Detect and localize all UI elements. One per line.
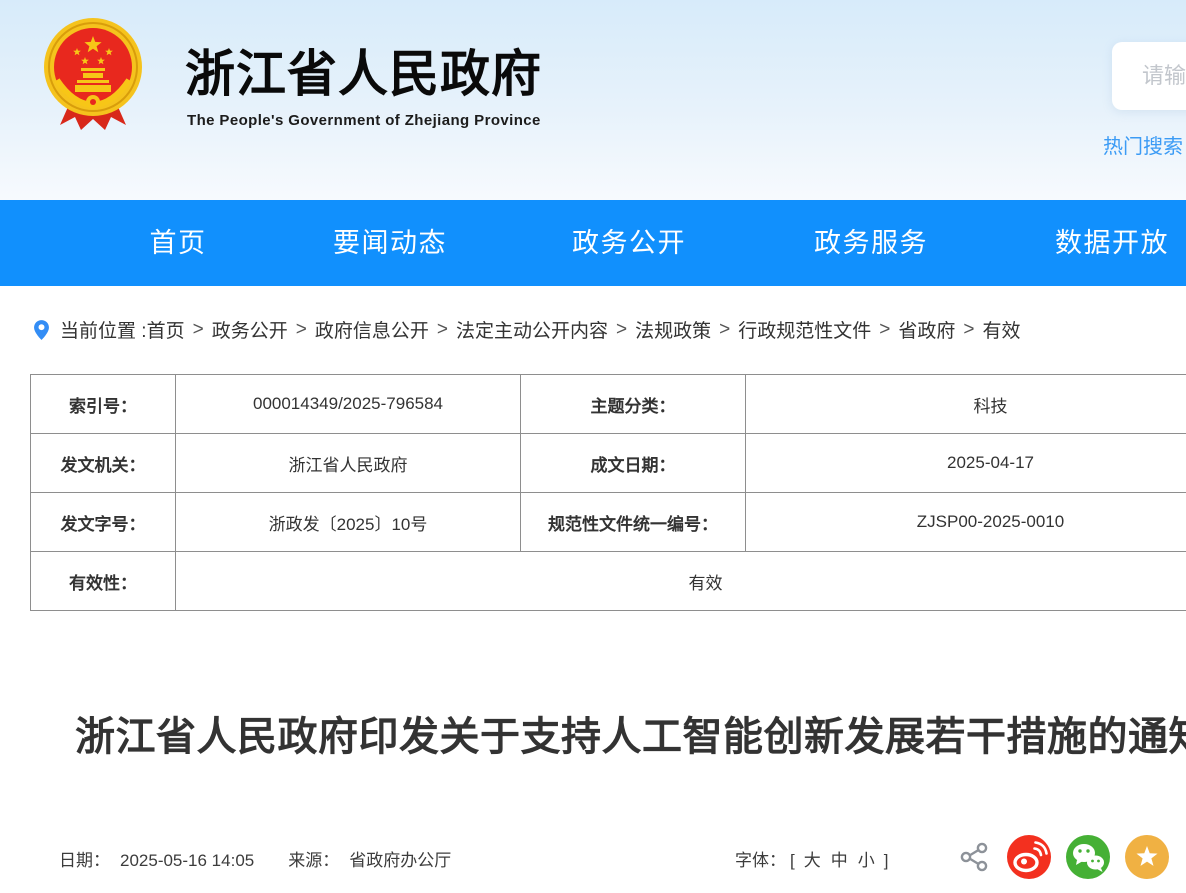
search-input[interactable] [1112,42,1186,110]
font-size-medium-button[interactable]: 中 [831,851,848,870]
breadcrumb-separator: > [437,319,448,341]
font-size-control: 字体：[ 大中小] [735,846,892,871]
breadcrumb-separator: > [963,319,974,341]
doc-number-label: 发文字号： [31,493,176,552]
nav-item-gov-services[interactable]: 政务服务 [814,200,928,286]
breadcrumb-item-home[interactable]: 首页 [147,316,185,343]
table-row: 发文机关： 浙江省人民政府 成文日期： 2025-04-17 [31,434,1186,493]
qzone-star-share-icon[interactable] [1125,835,1169,879]
main-nav: 首页 要闻动态 政务公开 政务服务 数据开放 [0,200,1186,286]
wechat-share-icon[interactable] [1066,835,1110,879]
bracket-open: [ [790,851,795,870]
font-size-large-button[interactable]: 大 [804,851,821,870]
breadcrumb-separator: > [616,319,627,341]
index-number-label: 索引号： [31,375,176,434]
bracket-close: ] [884,851,889,870]
topic-category-value: 科技 [746,375,1186,434]
validity-value: 有效 [176,552,1186,611]
topic-category-label: 主题分类： [521,375,746,434]
validity-label: 有效性： [31,552,176,611]
source-value: 省政府办公厅 [349,851,451,870]
breadcrumb-item-policies[interactable]: 法规政策 [635,316,711,343]
site-title: 浙江省人民政府 [185,34,542,106]
hot-search-link[interactable]: 热门搜索 [1103,130,1183,159]
national-emblem-icon[interactable] [43,12,143,138]
breadcrumb-item-provincial-gov[interactable]: 省政府 [898,316,955,343]
nav-item-home[interactable]: 首页 [150,200,207,286]
unified-number-value: ZJSP00-2025-0010 [746,493,1186,552]
breadcrumb-item-valid[interactable]: 有效 [982,316,1020,343]
breadcrumb-separator: > [719,319,730,341]
site-header: 浙江省人民政府 The People's Government of Zheji… [0,0,1186,200]
site-subtitle: The People's Government of Zhejiang Prov… [187,112,541,129]
location-pin-icon [33,319,50,341]
font-size-small-button[interactable]: 小 [858,851,875,870]
breadcrumb-item-gov-info-open[interactable]: 政府信息公开 [315,316,429,343]
doc-number-value: 浙政发〔2025〕10号 [176,493,521,552]
page: 浙江省人民政府 The People's Government of Zheji… [0,0,1186,893]
index-number-value: 000014349/2025-796584 [176,375,521,434]
date-value: 2025-05-16 14:05 [120,851,254,870]
nav-item-gov-info[interactable]: 政务公开 [572,200,686,286]
breadcrumb-item-gov-info[interactable]: 政务公开 [212,316,288,343]
breadcrumb-item-statutory[interactable]: 法定主动公开内容 [456,316,608,343]
source-label: 来源： [288,851,339,870]
issue-date-value: 2025-04-17 [746,434,1186,493]
font-size-label: 字体： [735,851,786,870]
breadcrumb-item-normative-docs[interactable]: 行政规范性文件 [738,316,871,343]
breadcrumb-separator: > [296,319,307,341]
search-box [1112,42,1186,110]
document-info-table: 索引号： 000014349/2025-796584 主题分类： 科技 发文机关… [30,374,1186,611]
table-row: 索引号： 000014349/2025-796584 主题分类： 科技 [31,375,1186,434]
table-row: 有效性： 有效 [31,552,1186,611]
weibo-share-icon[interactable] [1007,835,1051,879]
nav-item-open-data[interactable]: 数据开放 [1055,200,1169,286]
share-icon[interactable] [958,841,990,873]
issuing-agency-value: 浙江省人民政府 [176,434,521,493]
issue-date-label: 成文日期： [521,434,746,493]
breadcrumb-separator: > [193,319,204,341]
nav-item-news[interactable]: 要闻动态 [333,200,447,286]
date-label: 日期： [59,851,110,870]
table-row: 发文字号： 浙政发〔2025〕10号 规范性文件统一编号： ZJSP00-202… [31,493,1186,552]
breadcrumb-separator: > [879,319,890,341]
article-title: 浙江省人民政府印发关于支持人工智能创新发展若干措施的通知 [75,704,1186,762]
issuing-agency-label: 发文机关： [31,434,176,493]
breadcrumb: 当前位置 : 首页 > 政务公开 > 政府信息公开 > 法定主动公开内容 > 法… [33,316,1020,343]
browser-viewport: 浙江省人民政府 The People's Government of Zheji… [0,0,1186,893]
breadcrumb-prefix: 当前位置 : [60,316,147,343]
article-meta: 日期： 2025-05-16 14:05 来源： 省政府办公厅 [59,846,451,871]
unified-number-label: 规范性文件统一编号： [521,493,746,552]
